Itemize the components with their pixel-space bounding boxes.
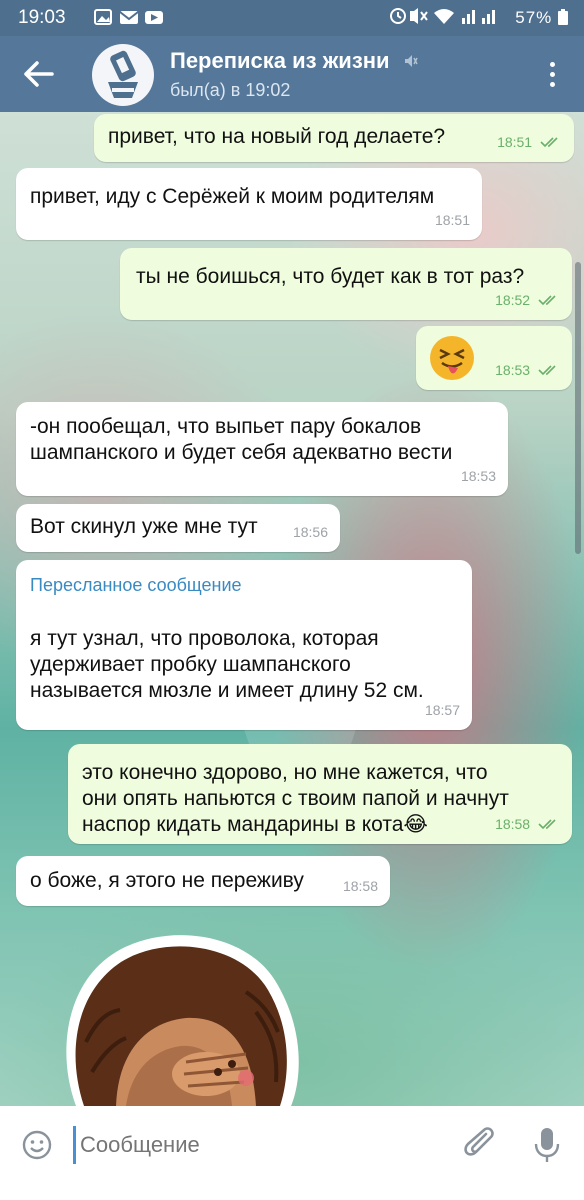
forwarded-label[interactable]: Пересланное сообщение <box>30 572 242 598</box>
woman-facepalm-sticker[interactable] <box>56 922 316 1106</box>
microphone-icon[interactable] <box>533 1126 561 1164</box>
message-text: привет, что на новый год делаете? <box>108 125 446 148</box>
back-arrow-icon[interactable] <box>22 54 56 94</box>
message-input[interactable] <box>78 1122 422 1168</box>
status-bar: 19:03 57% <box>0 0 584 36</box>
message-meta: 18:52 <box>495 287 560 313</box>
speaker-off-icon <box>404 54 418 67</box>
avatar[interactable] <box>92 44 154 106</box>
channel-logo-icon <box>108 50 138 98</box>
message-time: 18:58 <box>495 816 531 832</box>
more-menu-icon[interactable] <box>550 62 556 90</box>
message-time: 18:52 <box>495 292 531 308</box>
battery-icon <box>558 9 568 25</box>
chat-title-text: Переписка из жизни <box>170 48 390 73</box>
double-check-icon <box>538 819 556 830</box>
message-outgoing[interactable]: ты не боишься, что будет как в тот раз? … <box>120 248 572 320</box>
message-time: 18:51 <box>434 212 470 228</box>
emoji-icon[interactable] <box>22 1130 52 1160</box>
message-time: 18:56 <box>292 524 328 540</box>
message-text: о боже, я этого не переживу <box>30 869 304 892</box>
message-incoming[interactable]: Вот скинул уже мне тут 18:56 <box>16 504 340 552</box>
battery-percent: 57% <box>515 8 553 27</box>
message-input-bar <box>0 1106 584 1200</box>
chat-title[interactable]: Переписка из жизни <box>170 48 418 74</box>
message-time: 18:53 <box>460 468 496 484</box>
gallery-mail-youtube-icon <box>94 9 163 25</box>
status-time: 19:03 <box>18 7 66 28</box>
message-outgoing[interactable]: 18:53 <box>416 326 572 390</box>
message-text: Вот скинул уже мне тут <box>30 515 258 538</box>
squinting-face-with-tongue-icon <box>430 336 474 380</box>
message-meta: 18:51 <box>497 129 562 155</box>
message-meta: 18:58 <box>495 811 560 837</box>
double-check-icon <box>538 295 556 306</box>
notification-icons <box>94 8 164 30</box>
message-incoming[interactable]: привет, иду с Серёжей к моим родителям 1… <box>16 168 482 240</box>
last-seen: был(а) в 19:02 <box>170 80 291 100</box>
message-text: -он пообещал, что выпьет пару бокалов ша… <box>30 415 453 464</box>
message-outgoing[interactable]: привет, что на новый год делаете? 18:51 <box>94 114 574 162</box>
message-time: 18:57 <box>424 702 460 718</box>
muted-icon <box>404 54 418 71</box>
double-check-icon <box>538 365 556 376</box>
message-text: я тут узнал, что проволока, которая удер… <box>30 627 424 702</box>
system-status-icons <box>389 8 495 24</box>
attach-icon[interactable] <box>464 1126 498 1164</box>
status-right: 57% <box>389 7 568 28</box>
message-time: 18:51 <box>497 134 533 150</box>
message-time: 18:58 <box>342 878 378 894</box>
text-cursor <box>73 1126 76 1164</box>
message-incoming[interactable]: о боже, я этого не переживу 18:58 <box>16 856 390 906</box>
message-text: ты не боишься, что будет как в тот раз? <box>136 265 525 288</box>
message-text: это конечно здорово, но мне кажется, что… <box>82 761 509 836</box>
message-time: 18:53 <box>495 362 531 378</box>
message-text: привет, иду с Серёжей к моим родителям <box>30 185 435 208</box>
message-outgoing[interactable]: это конечно здорово, но мне кажется, что… <box>68 744 572 844</box>
message-meta: 18:53 <box>495 357 560 383</box>
chat-header: Переписка из жизни был(а) в 19:02 <box>0 36 584 112</box>
chat-area[interactable]: ПИЖ привет, что на новый год делаете? 18… <box>0 112 584 1106</box>
message-forwarded[interactable]: Пересланное сообщение я тут узнал, что п… <box>16 560 472 730</box>
scrollbar[interactable] <box>575 262 581 554</box>
message-incoming[interactable]: -он пообещал, что выпьет пару бокалов ша… <box>16 402 508 496</box>
double-check-icon <box>540 137 558 148</box>
